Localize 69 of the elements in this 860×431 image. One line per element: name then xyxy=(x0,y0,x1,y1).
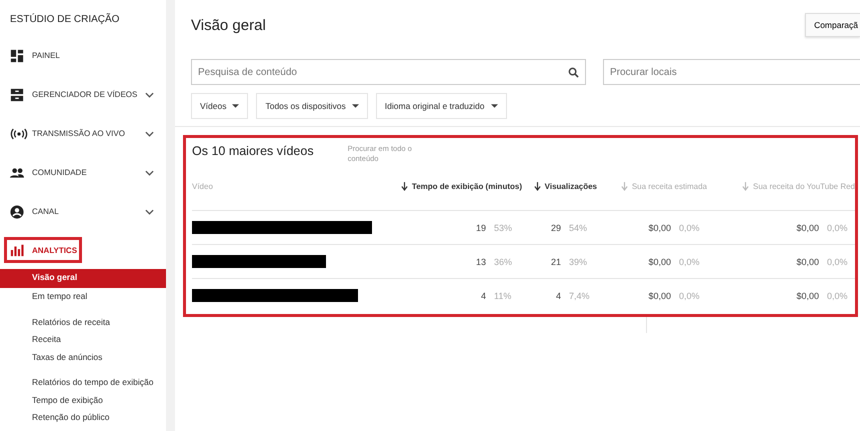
percent-text: 0,0% xyxy=(679,222,701,232)
chevron-down-icon xyxy=(145,130,154,136)
dropdown-arrow-icon xyxy=(232,104,240,108)
chevron-down-icon xyxy=(145,208,154,214)
chevron-down-icon xyxy=(145,170,154,176)
search-input[interactable]: Pesquisa de conteúdo xyxy=(192,66,568,78)
table-cell: $0,00 xyxy=(648,222,671,232)
percent-text: 54% xyxy=(569,222,588,232)
percent-text: 53% xyxy=(494,222,514,232)
table-cell: 29 xyxy=(550,222,561,232)
submenu-item[interactable]: Tempo de exibição xyxy=(0,392,166,409)
sidebar-item[interactable]: GERENCIADOR DE VÍDEOS xyxy=(0,75,166,114)
dropdown-arrow-icon xyxy=(490,104,498,108)
location-search-field[interactable]: Procurar locais xyxy=(603,59,860,85)
studio-title: ESTÚDIO DE CRIAÇÃO xyxy=(9,14,120,27)
dropdown-arrow-icon xyxy=(352,104,359,108)
percent-text: 36% xyxy=(494,256,514,266)
table-cell: $0,00 xyxy=(796,256,819,266)
percent-text: 0,0% xyxy=(679,256,701,266)
page-title: Visão geral xyxy=(191,16,266,34)
table-cell: $0,00 xyxy=(648,256,671,266)
percent-text: 39% xyxy=(569,256,588,266)
submenu-item[interactable]: Relatórios de receita xyxy=(0,314,166,331)
sidebar-item[interactable]: ANALYTICS xyxy=(4,237,82,263)
sidebar-item[interactable]: COMUNIDADE xyxy=(0,153,166,192)
sidebar-item[interactable]: CANAL xyxy=(0,192,166,231)
sidebar-item[interactable]: TRANSMISSÃO AO VIVO xyxy=(0,114,166,153)
filter-dropdown[interactable]: Todos os dispositivos xyxy=(256,93,368,119)
comparison-button[interactable]: Comparaçã xyxy=(805,13,860,37)
submenu-item[interactable]: Retenção do público xyxy=(0,409,166,426)
percent-text: 0,0% xyxy=(827,222,849,232)
table-cell: 4 xyxy=(556,290,561,300)
table-cell: 21 xyxy=(550,256,561,266)
broadcast-icon xyxy=(10,126,28,140)
percent-text: 7,4% xyxy=(569,290,591,300)
search-icon xyxy=(568,66,579,78)
table-cell: 4 xyxy=(480,290,486,300)
search-field[interactable]: Pesquisa de conteúdo xyxy=(191,59,586,85)
column-header[interactable]: Visualizações xyxy=(522,182,597,191)
percent-text: 0,0% xyxy=(827,290,849,300)
column-header[interactable]: Tempo de exibição (minutos) xyxy=(372,182,522,191)
sort-arrow-icon xyxy=(742,182,749,191)
submenu-item[interactable]: Receita xyxy=(0,331,166,348)
submenu-item[interactable]: Em tempo real xyxy=(0,288,166,306)
filter-dropdown[interactable]: Vídeos xyxy=(191,93,248,119)
table-cell: $0,00 xyxy=(796,290,819,300)
table-cell: 13 xyxy=(476,256,486,266)
sort-arrow-icon xyxy=(400,182,408,191)
table-cell: $0,00 xyxy=(796,222,819,232)
people-icon xyxy=(10,166,24,180)
percent-text: 11% xyxy=(494,290,512,300)
chevron-down-icon xyxy=(145,92,154,98)
percent-text: 0,0% xyxy=(679,290,701,300)
submenu-item[interactable]: Relatórios do tempo de exibição xyxy=(0,374,166,392)
dashboard-icon xyxy=(10,48,24,62)
location-search-input[interactable]: Procurar locais xyxy=(604,66,860,78)
percent-text: 0,0% xyxy=(827,256,849,266)
account-icon xyxy=(10,204,24,218)
sidebar-item[interactable]: PAINEL xyxy=(0,36,166,75)
table-cell: 19 xyxy=(476,222,486,232)
submenu-item[interactable]: Taxas de anúncios xyxy=(0,348,166,366)
submenu-item[interactable]: Visão geral xyxy=(0,269,166,288)
table-cell: $0,00 xyxy=(648,290,671,300)
video-list-icon xyxy=(10,88,24,102)
filter-dropdown[interactable]: Idioma original e traduzido xyxy=(376,93,506,119)
sort-arrow-icon xyxy=(620,182,628,191)
bar-chart-icon xyxy=(10,243,24,257)
card-title: Os 10 maiores vídeos xyxy=(192,144,314,158)
sort-arrow-icon xyxy=(534,182,541,191)
